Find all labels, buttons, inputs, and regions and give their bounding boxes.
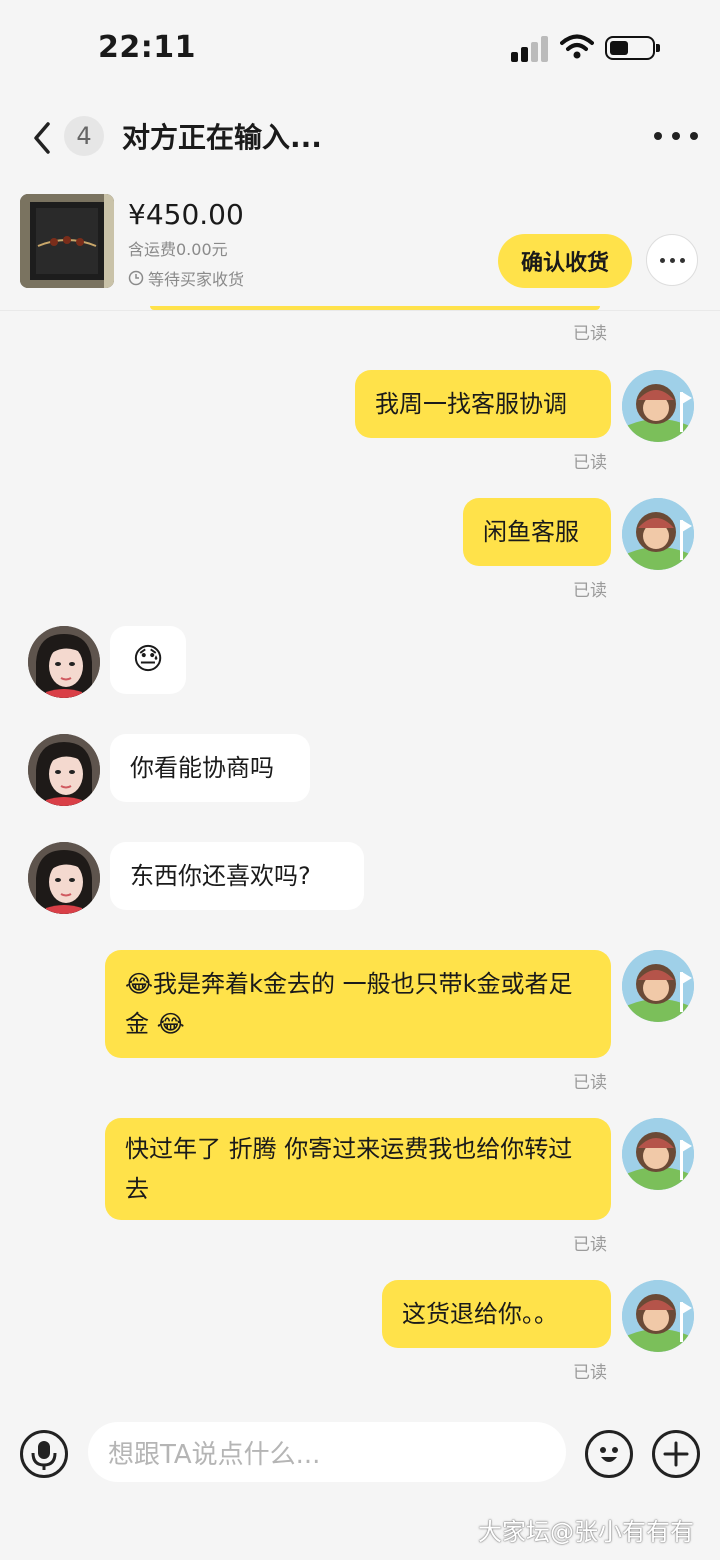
my-avatar[interactable]: [622, 950, 694, 1022]
contact-message-bubble[interactable]: 😓: [110, 626, 186, 694]
more-options-button[interactable]: [646, 234, 698, 286]
read-receipt: 已读: [573, 324, 607, 344]
chat-header: 4 对方正在输入...: [0, 96, 720, 180]
contact-message-bubble[interactable]: 东西你还喜欢吗?: [110, 842, 364, 910]
read-receipt: 已读: [573, 453, 607, 473]
shipping-fee: 含运费0.00元: [128, 240, 228, 259]
page-title: 对方正在输入...: [122, 121, 322, 154]
battery-icon: [605, 36, 660, 60]
my-avatar[interactable]: [622, 370, 694, 442]
my-avatar[interactable]: [622, 1280, 694, 1352]
contact-message-bubble[interactable]: 你看能协商吗: [110, 734, 310, 802]
more-horizontal-icon[interactable]: [654, 122, 698, 150]
partial-message-bubble: [150, 306, 600, 310]
read-receipt: 已读: [573, 1363, 607, 1383]
my-avatar[interactable]: [622, 498, 694, 570]
contact-avatar[interactable]: [28, 626, 100, 698]
microphone-icon[interactable]: [20, 1430, 68, 1478]
my-avatar[interactable]: [622, 1118, 694, 1190]
status-bar: 22:11: [0, 0, 720, 96]
status-time: 22:11: [98, 30, 196, 65]
product-thumbnail[interactable]: [20, 194, 114, 288]
read-receipt: 已读: [573, 1235, 607, 1255]
add-icon[interactable]: [652, 1430, 700, 1478]
product-price: ¥450.00: [128, 198, 244, 231]
my-message-bubble[interactable]: 快过年了 折腾 你寄过来运费我也给你转过去: [105, 1118, 611, 1220]
clock-icon: [128, 270, 144, 286]
emoji-icon[interactable]: [585, 1430, 633, 1478]
read-receipt: 已读: [573, 1073, 607, 1093]
wifi-icon: [560, 34, 594, 59]
my-message-bubble[interactable]: 这货退给你。。: [382, 1280, 611, 1348]
contact-avatar[interactable]: [28, 842, 100, 914]
confirm-receipt-button[interactable]: 确认收货: [498, 234, 632, 288]
order-status-text: 等待买家收货: [148, 270, 245, 289]
product-card[interactable]: ¥450.00 含运费0.00元 等待买家收货 确认收货: [0, 180, 720, 311]
watermark-text: 大家坛@张小有有有: [478, 1518, 694, 1546]
my-message-bubble[interactable]: 😂我是奔着k金去的 一般也只带k金或者足金 😂: [105, 950, 611, 1058]
chevron-left-icon[interactable]: [28, 118, 58, 158]
my-message-bubble[interactable]: 闲鱼客服: [463, 498, 611, 566]
signal-icon: [511, 36, 549, 62]
order-status: 等待买家收货: [128, 266, 244, 290]
my-message-bubble[interactable]: 我周一找客服协调: [355, 370, 611, 438]
input-bar: 想跟TA说点什么...: [0, 1410, 720, 1500]
contact-avatar[interactable]: [28, 734, 100, 806]
unread-count-badge[interactable]: 4: [64, 116, 104, 156]
message-input[interactable]: 想跟TA说点什么...: [88, 1422, 566, 1482]
read-receipt: 已读: [573, 581, 607, 601]
